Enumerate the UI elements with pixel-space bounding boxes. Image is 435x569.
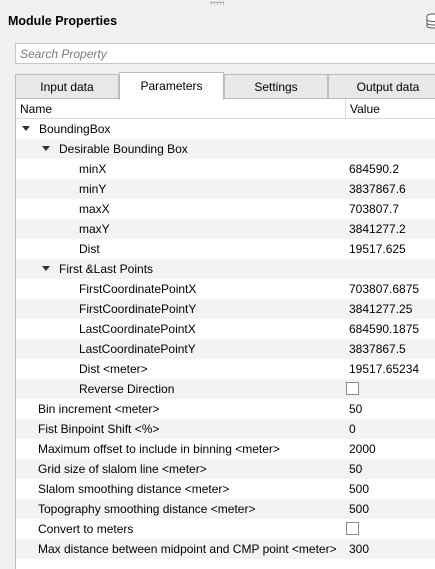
property-value[interactable]: 684590.2 [349, 159, 399, 179]
property-value[interactable]: 19517.625 [349, 239, 406, 259]
column-header-name[interactable]: Name [16, 99, 346, 119]
property-name: FirstCoordinatePointY [79, 302, 197, 316]
tab-bar: Input data Parameters Settings Output da… [15, 72, 435, 100]
property-name: Grid size of slalom line <meter> [38, 462, 207, 476]
property-name: Reverse Direction [79, 382, 175, 396]
property-row-bin-increment[interactable]: Bin increment <meter> 50 [16, 399, 435, 419]
property-name: maxX [79, 202, 110, 216]
column-header-value[interactable]: Value [346, 99, 380, 119]
property-name: Max distance between midpoint and CMP po… [38, 542, 337, 556]
property-value[interactable]: 300 [349, 539, 369, 559]
search-input[interactable] [16, 44, 435, 63]
property-value[interactable]: 500 [349, 479, 369, 499]
property-row-reverse-direction[interactable]: Reverse Direction [16, 379, 435, 399]
property-tree[interactable]: Name Value BoundingBox Desirable Boundin… [15, 98, 435, 569]
property-row-minx[interactable]: minX 684590.2 [16, 159, 435, 179]
group-label: BoundingBox [39, 122, 111, 136]
property-value[interactable]: 3841277.2 [349, 219, 406, 239]
property-name: Bin increment <meter> [38, 402, 160, 416]
property-name: Fist Binpoint Shift <%> [38, 422, 160, 436]
property-row-topography-smoothing[interactable]: Topography smoothing distance <meter> 50… [16, 499, 435, 519]
property-name: Slalom smoothing distance <meter> [38, 482, 230, 496]
property-name: LastCoordinatePointY [79, 342, 196, 356]
tree-header: Name Value [16, 99, 435, 119]
property-value[interactable]: 0 [349, 419, 356, 439]
group-label: Desirable Bounding Box [59, 142, 188, 156]
search-field[interactable] [15, 43, 435, 64]
property-row-last-y[interactable]: LastCoordinatePointY 3837867.5 [16, 339, 435, 359]
property-name: Dist <meter> [79, 362, 148, 376]
property-row-convert-to-meters[interactable]: Convert to meters [16, 519, 435, 539]
tab-settings[interactable]: Settings [224, 74, 328, 99]
property-value[interactable]: 50 [349, 399, 362, 419]
property-name: LastCoordinatePointX [79, 322, 196, 336]
group-label: First &Last Points [59, 262, 154, 276]
convert-to-meters-checkbox[interactable] [346, 522, 359, 535]
property-value[interactable]: 50 [349, 459, 362, 479]
property-name: Topography smoothing distance <meter> [38, 502, 256, 516]
property-row-dist-meter[interactable]: Dist <meter> 19517.65234 [16, 359, 435, 379]
property-value[interactable]: 3841277.25 [349, 299, 412, 319]
property-row-maxy[interactable]: maxY 3841277.2 [16, 219, 435, 239]
property-row-first-x[interactable]: FirstCoordinatePointX 703807.6875 [16, 279, 435, 299]
property-name: Maximum offset to include in binning <me… [38, 442, 280, 456]
property-name: Dist [79, 242, 100, 256]
database-icon[interactable] [425, 13, 435, 29]
property-name: Convert to meters [38, 522, 134, 536]
expand-arrow-icon[interactable] [42, 266, 50, 272]
property-row-max-offset[interactable]: Maximum offset to include in binning <me… [16, 439, 435, 459]
property-value[interactable]: 500 [349, 499, 369, 519]
group-row-desirable-bounding-box[interactable]: Desirable Bounding Box [16, 139, 435, 159]
property-name: FirstCoordinatePointX [79, 282, 197, 296]
property-value[interactable]: 703807.7 [349, 199, 399, 219]
property-row-slalom-smoothing[interactable]: Slalom smoothing distance <meter> 500 [16, 479, 435, 499]
property-value[interactable]: 3837867.6 [349, 179, 406, 199]
property-row-first-y[interactable]: FirstCoordinatePointY 3841277.25 [16, 299, 435, 319]
tab-output-data[interactable]: Output data [328, 74, 435, 99]
property-name: maxY [79, 222, 110, 236]
property-row-max-distance[interactable]: Max distance between midpoint and CMP po… [16, 539, 435, 559]
property-value[interactable]: 703807.6875 [349, 279, 419, 299]
expand-arrow-icon[interactable] [22, 126, 30, 132]
drag-grip-handle[interactable] [210, 1, 224, 5]
property-row-dist[interactable]: Dist 19517.625 [16, 239, 435, 259]
property-value[interactable]: 19517.65234 [349, 359, 419, 379]
property-name: minX [79, 162, 107, 176]
property-row-miny[interactable]: minY 3837867.6 [16, 179, 435, 199]
expand-arrow-icon[interactable] [42, 146, 50, 152]
group-row-bounding-box[interactable]: BoundingBox [16, 119, 435, 139]
tab-parameters[interactable]: Parameters [119, 72, 224, 100]
property-row-last-x[interactable]: LastCoordinatePointX 684590.1875 [16, 319, 435, 339]
reverse-direction-checkbox[interactable] [346, 382, 359, 395]
group-row-first-last-points[interactable]: First &Last Points [16, 259, 435, 279]
property-value[interactable]: 684590.1875 [349, 319, 419, 339]
property-row-grid-size[interactable]: Grid size of slalom line <meter> 50 [16, 459, 435, 479]
property-row-maxx[interactable]: maxX 703807.7 [16, 199, 435, 219]
window-title: Module Properties [8, 14, 118, 28]
property-value[interactable]: 3837867.5 [349, 339, 406, 359]
title-bar: Module Properties [0, 6, 435, 36]
property-row-binpoint-shift[interactable]: Fist Binpoint Shift <%> 0 [16, 419, 435, 439]
property-value[interactable]: 2000 [349, 439, 376, 459]
tab-input-data[interactable]: Input data [15, 74, 119, 99]
property-name: minY [79, 182, 107, 196]
